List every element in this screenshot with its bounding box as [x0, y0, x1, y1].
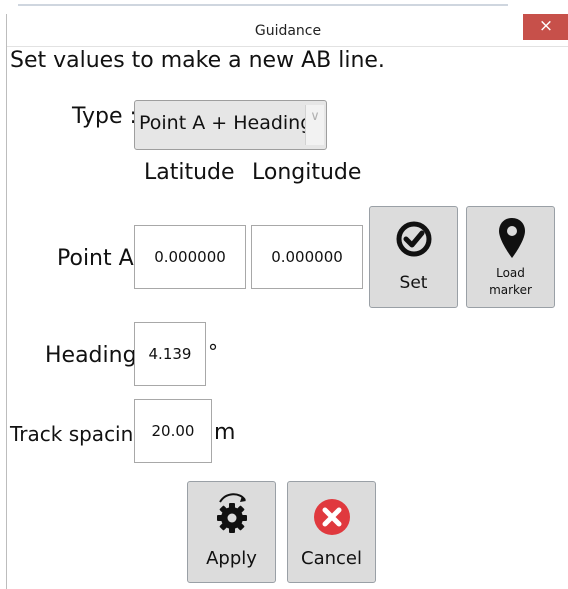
- set-button[interactable]: Set: [369, 206, 458, 308]
- instruction-text: Set values to make a new AB line.: [10, 48, 385, 73]
- track-spacing-unit: m: [214, 420, 236, 445]
- heading-label: Heading: [45, 343, 137, 368]
- cancel-button-label: Cancel: [301, 548, 362, 569]
- gear-icon: [217, 493, 247, 533]
- window-title: Guidance: [254, 23, 322, 39]
- heading-input[interactable]: 4.139: [134, 322, 206, 386]
- chevron-down-icon[interactable]: ∨: [305, 105, 324, 145]
- latitude-input[interactable]: 0.000000: [134, 225, 246, 289]
- latitude-header: Latitude: [144, 160, 235, 185]
- background-window-edge: [0, 0, 568, 12]
- apply-button[interactable]: Apply: [187, 481, 276, 583]
- check-circle-icon: [396, 221, 432, 257]
- x-circle-icon: [314, 499, 350, 535]
- apply-button-label: Apply: [206, 548, 257, 569]
- track-spacing-label: Track spacing: [10, 422, 146, 446]
- heading-unit: °: [208, 340, 218, 364]
- load-marker-button[interactable]: Load marker: [466, 206, 555, 308]
- longitude-header: Longitude: [252, 160, 362, 185]
- type-dropdown[interactable]: Point A + Heading ∨: [134, 100, 327, 150]
- map-pin-icon: [499, 218, 525, 258]
- close-button[interactable]: ×: [523, 14, 568, 40]
- longitude-input[interactable]: 0.000000: [251, 225, 363, 289]
- load-marker-label: Load marker: [467, 265, 554, 299]
- load-marker-label-line2: marker: [489, 283, 532, 297]
- load-marker-label-line1: Load: [496, 266, 525, 280]
- title-bar: Guidance ×: [7, 14, 568, 47]
- background-divider: [18, 4, 508, 6]
- cancel-button[interactable]: Cancel: [287, 481, 376, 583]
- track-spacing-input[interactable]: 20.00: [134, 399, 212, 463]
- point-a-label: Point A: [57, 246, 134, 271]
- type-label: Type :: [72, 104, 137, 129]
- type-selected-value: Point A + Heading: [139, 112, 313, 134]
- set-button-label: Set: [399, 273, 428, 293]
